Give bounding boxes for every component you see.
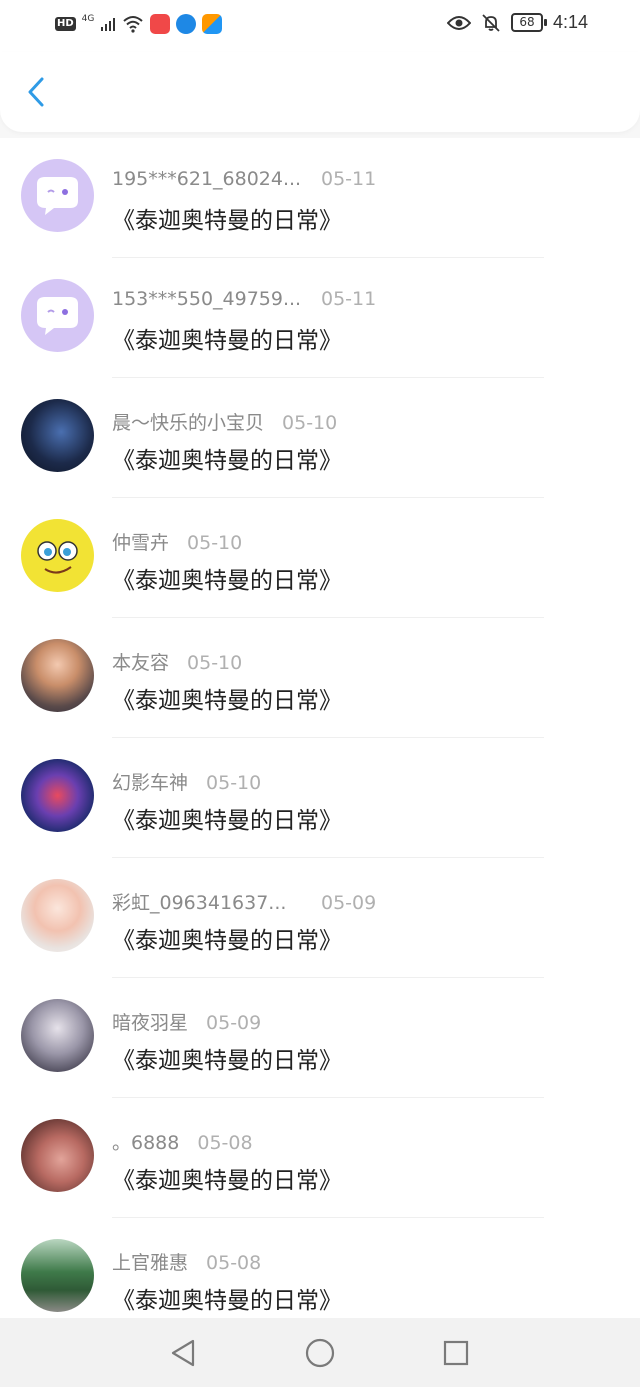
work-title: 《泰迦奥特曼的日常》 (112, 208, 342, 234)
status-right-icons: 68 4:14 (446, 12, 588, 33)
item-meta: 仲雪卉 05-10 (112, 528, 242, 555)
date-label: 05-10 (187, 532, 243, 554)
avatar (21, 399, 94, 472)
date-label: 05-08 (197, 1132, 253, 1154)
user-name: 本友容 (112, 652, 170, 674)
avatar (21, 1239, 94, 1312)
home-circle-icon (305, 1338, 335, 1368)
nav-recents-button[interactable] (439, 1336, 473, 1370)
bell-mute-icon (482, 13, 500, 32)
date-label: 05-09 (206, 1012, 262, 1034)
avatar (21, 999, 94, 1072)
item-meta: 本友容 05-10 (112, 648, 242, 675)
list-item[interactable]: 本友容 05-10 《泰迦奥特曼的日常》 (0, 618, 640, 738)
list-item[interactable]: 195***621_68024... 05-11 《泰迦奥特曼的日常》 (0, 138, 640, 258)
chat-bubble-icon (37, 297, 78, 335)
user-name: 暗夜羽星 (112, 1012, 189, 1034)
list-item[interactable]: 彩虹_096341637... 05-09 《泰迦奥特曼的日常》 (0, 858, 640, 978)
app-bulb-icon (176, 14, 197, 34)
battery-indicator: 68 (510, 13, 547, 32)
signal-icon (101, 18, 116, 31)
item-meta: 195***621_68024... 05-11 (112, 168, 376, 190)
item-meta: 153***550_49759... 05-11 (112, 288, 376, 310)
user-name: 彩虹_096341637... (112, 892, 287, 914)
nav-home-button[interactable] (303, 1336, 337, 1370)
item-meta: 暗夜羽星 05-09 (112, 1008, 261, 1035)
work-title: 《泰迦奥特曼的日常》 (112, 688, 342, 714)
user-name: 幻影车神 (112, 772, 189, 794)
user-name: 上官雅惠 (112, 1252, 189, 1274)
user-name: 仲雪卉 (112, 532, 170, 554)
sponge-face-icon (37, 541, 78, 574)
eye-icon (446, 15, 471, 30)
chevron-left-icon (28, 77, 44, 107)
user-name: 195***621_68024... (112, 168, 302, 190)
work-title: 《泰迦奥特曼的日常》 (112, 1168, 342, 1194)
work-title: 《泰迦奥特曼的日常》 (112, 328, 342, 354)
date-label: 05-11 (321, 288, 377, 310)
date-label: 05-11 (321, 168, 377, 190)
hd-icon: HD (55, 17, 76, 31)
message-list: 195***621_68024... 05-11 《泰迦奥特曼的日常》 153*… (0, 138, 640, 1318)
date-label: 05-10 (187, 652, 243, 674)
list-item[interactable]: 晨～快乐的小宝贝 05-10 《泰迦奥特曼的日常》 (0, 378, 640, 498)
chat-bubble-icon (37, 177, 78, 215)
date-label: 05-10 (282, 412, 338, 434)
work-title: 《泰迦奥特曼的日常》 (112, 1288, 342, 1314)
network-type-label: 4G (81, 14, 95, 24)
nav-back-button[interactable] (166, 1336, 200, 1370)
list-item[interactable]: 153***550_49759... 05-11 《泰迦奥特曼的日常》 (0, 258, 640, 378)
avatar (21, 1119, 94, 1192)
work-title: 《泰迦奥特曼的日常》 (112, 808, 342, 834)
item-meta: 幻影车神 05-10 (112, 768, 261, 795)
back-button[interactable] (18, 74, 54, 110)
work-title: 《泰迦奥特曼的日常》 (112, 928, 342, 954)
work-title: 《泰迦奥特曼的日常》 (112, 1048, 342, 1074)
list-item[interactable]: 仲雪卉 05-10 《泰迦奥特曼的日常》 (0, 498, 640, 618)
avatar (21, 759, 94, 832)
date-label: 05-08 (206, 1252, 262, 1274)
list-item[interactable]: 幻影车神 05-10 《泰迦奥特曼的日常》 (0, 738, 640, 858)
list-item[interactable]: 。6888 05-08 《泰迦奥特曼的日常》 (0, 1098, 640, 1218)
item-meta: 上官雅惠 05-08 (112, 1248, 261, 1275)
item-meta: 。6888 05-08 (112, 1128, 253, 1155)
avatar (21, 279, 94, 352)
app-shop-icon (150, 14, 171, 34)
clock: 4:14 (552, 12, 588, 32)
item-meta: 彩虹_096341637... 05-09 (112, 888, 376, 915)
date-label: 05-10 (206, 772, 262, 794)
status-left-icons: HD 4G (55, 14, 223, 34)
avatar (21, 519, 94, 592)
header-bar (0, 52, 640, 132)
back-triangle-icon (171, 1339, 195, 1367)
wifi-icon (123, 16, 144, 33)
list-item[interactable]: 暗夜羽星 05-09 《泰迦奥特曼的日常》 (0, 978, 640, 1098)
user-name: 153***550_49759... (112, 288, 302, 310)
recents-square-icon (443, 1340, 469, 1366)
avatar (21, 639, 94, 712)
user-name: 。6888 (112, 1132, 180, 1154)
work-title: 《泰迦奥特曼的日常》 (112, 568, 342, 594)
item-meta: 晨～快乐的小宝贝 05-10 (112, 408, 337, 435)
user-name: 晨～快乐的小宝贝 (112, 412, 265, 434)
app-store-icon (202, 14, 223, 34)
avatar (21, 159, 94, 232)
date-label: 05-09 (321, 892, 377, 914)
avatar (21, 879, 94, 952)
work-title: 《泰迦奥特曼的日常》 (112, 448, 342, 474)
system-nav-bar (0, 1318, 640, 1387)
status-bar: HD 4G 68 4:14 (0, 0, 640, 52)
